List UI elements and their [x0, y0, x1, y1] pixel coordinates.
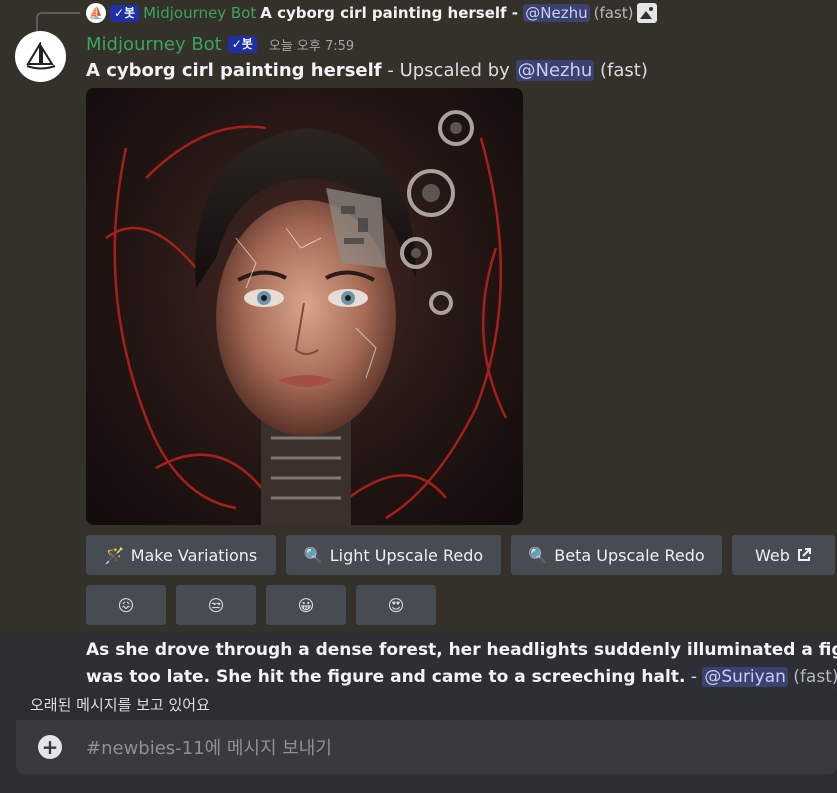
- next-message-line1: As she drove through a dense forest, her…: [86, 640, 837, 660]
- image-icon[interactable]: [637, 3, 658, 23]
- reply-author[interactable]: Midjourney Bot: [143, 4, 256, 22]
- cyborg-portrait-illustration: [105, 110, 508, 525]
- reply-prompt: A cyborg cirl painting herself - @Nezhu: [260, 4, 590, 22]
- next-message-content: As she drove through a dense forest, her…: [86, 637, 837, 691]
- button-label: Web: [755, 545, 790, 565]
- message-header: Midjourney Bot ✓봇 오늘 오후 7:59: [86, 31, 354, 57]
- midjourney-boat-icon: [25, 41, 55, 69]
- reaction-grinning-button[interactable]: 😀: [266, 585, 346, 625]
- message-content: A cyborg cirl painting herself - Upscale…: [86, 60, 648, 81]
- confounded-face-icon: 😖: [117, 595, 135, 615]
- reply-reference[interactable]: ⛵ ✓봇 Midjourney Bot A cyborg cirl painti…: [86, 2, 658, 24]
- bot-badge: ✓봇: [227, 35, 257, 53]
- external-link-icon: [797, 548, 811, 561]
- reaction-buttons: 😖 😒 😀 😍: [86, 585, 436, 625]
- magnifier-icon: 🔍: [528, 545, 549, 565]
- button-label: Beta Upscale Redo: [554, 545, 705, 565]
- add-attachment-icon[interactable]: +: [38, 735, 62, 759]
- generated-image[interactable]: [86, 88, 523, 525]
- make-variations-button[interactable]: 🪄 Make Variations: [86, 535, 276, 575]
- message-input-bar: + #newbies-11에 메시지 보내기: [16, 720, 837, 774]
- unamused-face-icon: 😒: [207, 595, 225, 615]
- magnifier-icon: 🔍: [303, 545, 324, 565]
- reaction-unamused-button[interactable]: 😒: [176, 585, 256, 625]
- old-messages-label: 오래된 메시지를 보고 있어요: [30, 695, 210, 714]
- user-mention[interactable]: @Suriyan: [702, 667, 788, 687]
- user-mention[interactable]: @Nezhu: [515, 60, 595, 81]
- avatar[interactable]: [15, 31, 66, 82]
- heart-eyes-face-icon: 😍: [387, 595, 405, 615]
- reply-mention[interactable]: @Nezhu: [523, 4, 590, 22]
- magic-wand-icon: 🪄: [104, 545, 125, 565]
- reaction-heart-eyes-button[interactable]: 😍: [356, 585, 436, 625]
- button-label: Make Variations: [130, 545, 258, 565]
- next-message-line2: was too late. She hit the figure and cam…: [86, 667, 686, 687]
- reaction-confounded-button[interactable]: 😖: [86, 585, 166, 625]
- midjourney-boat-icon: ⛵: [86, 3, 106, 23]
- reply-speed: (fast): [593, 4, 634, 22]
- bot-badge: ✓봇: [110, 4, 140, 22]
- web-button[interactable]: Web: [732, 535, 835, 575]
- action-buttons: 🪄 Make Variations 🔍 Light Upscale Redo 🔍…: [86, 535, 835, 575]
- light-upscale-redo-button[interactable]: 🔍 Light Upscale Redo: [286, 535, 501, 575]
- prompt-text: A cyborg cirl painting herself: [86, 60, 382, 81]
- beta-upscale-redo-button[interactable]: 🔍 Beta Upscale Redo: [511, 535, 722, 575]
- button-label: Light Upscale Redo: [329, 545, 484, 565]
- grinning-face-icon: 😀: [297, 595, 315, 615]
- old-messages-banner[interactable]: 오래된 메시지를 보고 있어요: [16, 688, 837, 720]
- timestamp: 오늘 오후 7:59: [268, 38, 355, 54]
- author-name[interactable]: Midjourney Bot: [86, 34, 222, 55]
- reply-connector: [36, 12, 80, 32]
- message-input[interactable]: #newbies-11에 메시지 보내기: [86, 734, 332, 760]
